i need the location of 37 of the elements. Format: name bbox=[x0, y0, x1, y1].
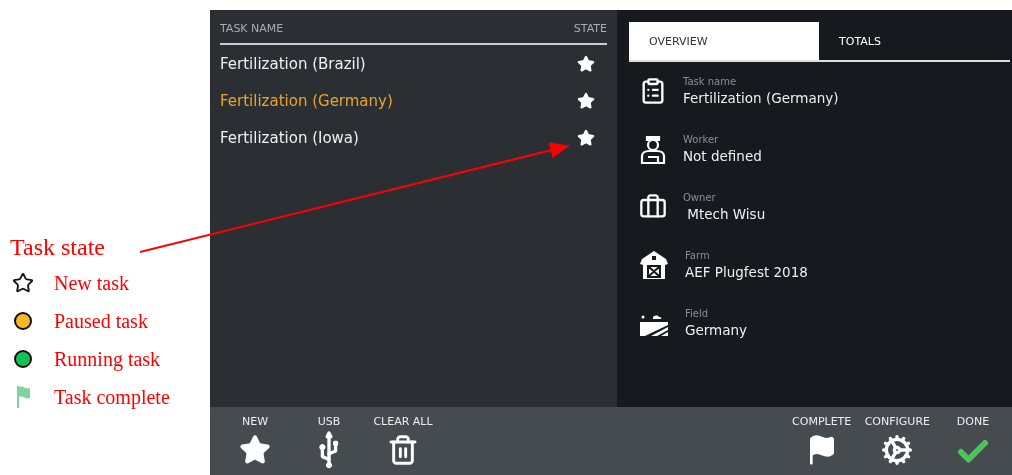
column-header: STATE bbox=[573, 22, 607, 35]
toolbar-button[interactable]: CLEAR ALL bbox=[372, 407, 434, 475]
toolbar-button[interactable]: COMPLETE bbox=[790, 407, 853, 475]
barn-icon bbox=[639, 250, 669, 280]
tab[interactable]: OVERVIEW bbox=[629, 22, 819, 60]
task-name[interactable]: Fertilization (Germany) bbox=[220, 91, 393, 110]
detail-label: Farm bbox=[685, 250, 711, 261]
star-icon bbox=[577, 128, 595, 147]
detail-value: Germany bbox=[685, 322, 748, 338]
toolbar-button[interactable]: NEW bbox=[224, 407, 286, 475]
detail-value: Mtech Wisu bbox=[686, 206, 766, 222]
legend-label: New task bbox=[54, 271, 129, 295]
legend-label: Paused task bbox=[54, 309, 148, 333]
trash-icon bbox=[387, 434, 419, 466]
toolbar-button[interactable]: DONE bbox=[942, 407, 1004, 475]
star-icon bbox=[239, 434, 271, 466]
worker-icon bbox=[639, 134, 667, 164]
task-name[interactable]: Fertilization (Brazil) bbox=[220, 54, 366, 73]
detail-label: Task name bbox=[683, 76, 738, 87]
star-icon bbox=[577, 91, 595, 110]
detail-label: Worker bbox=[683, 134, 720, 145]
toolbar-button[interactable]: USB bbox=[298, 407, 360, 475]
detail-value: AEF Plugfest 2018 bbox=[685, 264, 808, 280]
star-outline-icon bbox=[12, 272, 34, 294]
toolbar-button[interactable]: CONFIGURE bbox=[864, 407, 930, 475]
briefcase-icon bbox=[639, 193, 667, 221]
legend-label: Running task bbox=[54, 347, 161, 371]
star-icon bbox=[577, 54, 595, 73]
column-header: TASK NAME bbox=[220, 22, 284, 35]
legend-title: Task state bbox=[10, 233, 106, 261]
detail-value: Not defined bbox=[683, 148, 762, 164]
legend-label: Task complete bbox=[54, 385, 170, 409]
tab[interactable]: TOTALS bbox=[819, 22, 1009, 60]
detail-label: Field bbox=[685, 308, 710, 319]
task-name[interactable]: Fertilization (Iowa) bbox=[220, 128, 359, 147]
detail-label: Owner bbox=[683, 192, 717, 203]
detail-value: Fertilization (Germany) bbox=[683, 90, 839, 106]
